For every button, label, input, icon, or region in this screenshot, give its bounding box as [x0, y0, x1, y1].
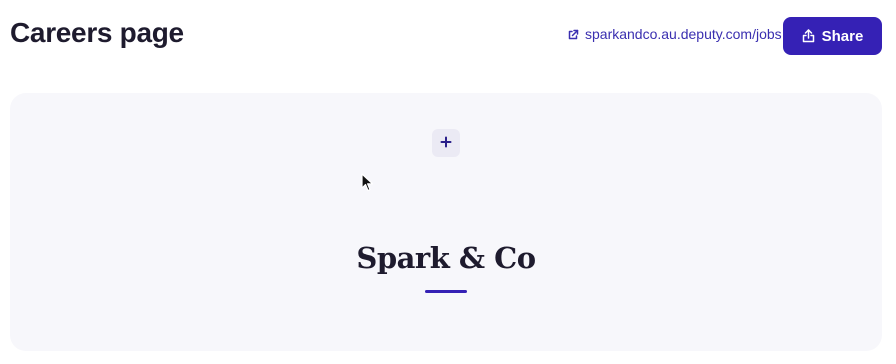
jobs-url-text: sparkandco.au.deputy.com/jobs [585, 26, 782, 42]
careers-page: Careers page sparkandco.au.deputy.com/jo… [0, 0, 896, 364]
share-button[interactable]: Share [783, 17, 882, 55]
page-title: Careers page [10, 17, 184, 48]
share-icon [802, 29, 815, 43]
add-section-button[interactable] [432, 129, 460, 157]
careers-page-preview: Spark & Co [10, 93, 882, 351]
plus-icon [440, 136, 452, 151]
heading-underline [425, 290, 467, 293]
external-link-icon [567, 28, 579, 40]
company-name-heading: Spark & Co [356, 241, 536, 275]
jobs-url-link[interactable]: sparkandco.au.deputy.com/jobs [567, 26, 782, 42]
page-header: Careers page sparkandco.au.deputy.com/jo… [0, 0, 896, 72]
share-button-label: Share [821, 27, 864, 45]
